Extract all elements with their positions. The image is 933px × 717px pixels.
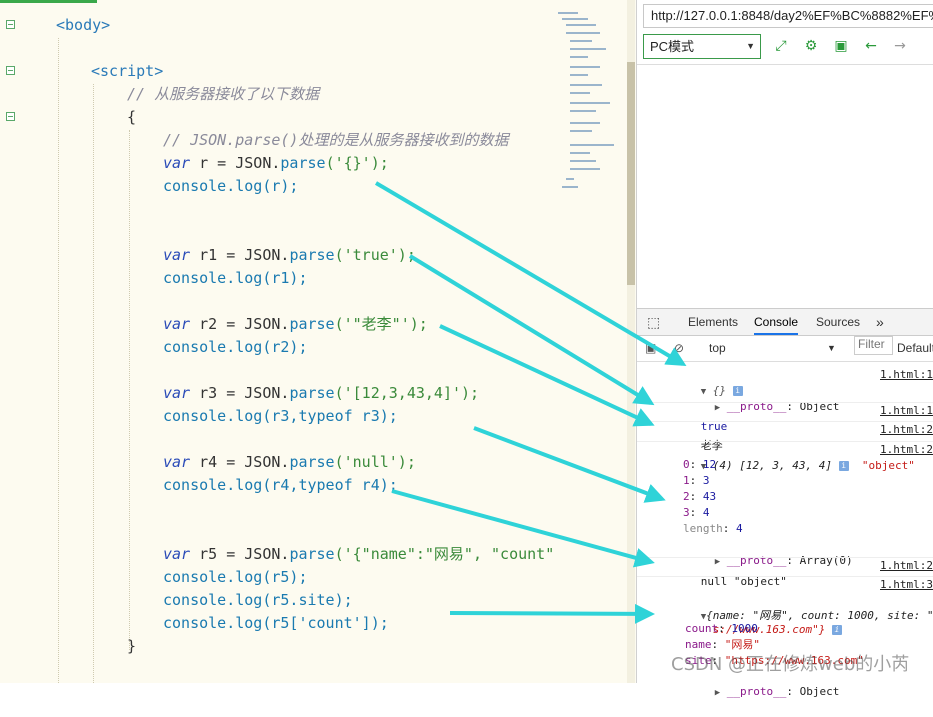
- fold-toggle-script[interactable]: [6, 66, 15, 75]
- code-line-r3: var r3 = JSON.parse('[12,3,43,4]');: [163, 384, 480, 402]
- array-item: 3: 4: [683, 506, 710, 519]
- array-item: 1: 3: [683, 474, 710, 487]
- code-open-brace: {: [127, 108, 137, 126]
- back-icon[interactable]: ←: [863, 38, 879, 54]
- array-length: length: 4: [683, 522, 743, 535]
- settings-icon[interactable]: ⚙: [803, 38, 819, 54]
- indent-guide: [129, 130, 130, 650]
- console-icon[interactable]: ▣: [833, 38, 849, 54]
- log-levels-select[interactable]: Default: [897, 336, 933, 361]
- context-selector[interactable]: top: [709, 336, 726, 361]
- code-line-r5: var r5 = JSON.parse('{"name":"网易", "coun…: [163, 545, 555, 563]
- code-log-r3: console.log(r3,typeof r3);: [163, 407, 398, 425]
- fold-toggle-block[interactable]: [6, 112, 15, 121]
- divider: [637, 64, 933, 65]
- code-log-r2: console.log(r2);: [163, 338, 308, 356]
- watermark: CSDN @正在修炼web的小芮: [671, 654, 910, 675]
- indent-guide: [58, 38, 59, 683]
- mode-select-value: PC模式: [650, 39, 695, 54]
- mode-select[interactable]: PC模式 ▼: [643, 34, 761, 59]
- code-editor[interactable]: <body> <script> // 从服务器接收了以下数据 { // JSON…: [0, 0, 636, 683]
- array-item: 0: 12: [683, 458, 717, 471]
- tab-elements[interactable]: Elements: [688, 309, 738, 335]
- more-tabs-icon[interactable]: »: [876, 309, 884, 335]
- browser-preview: http://127.0.0.1:8848/day2%EF%BC%8882%EF…: [636, 0, 933, 698]
- chevron-down-icon: ▼: [746, 41, 755, 51]
- sidebar-toggle-icon[interactable]: ▣: [645, 336, 656, 361]
- screenshot-icon[interactable]: ⤢: [773, 38, 789, 54]
- indent-guide: [93, 84, 94, 683]
- code-line-r4: var r4 = JSON.parse('null');: [163, 453, 416, 471]
- fold-toggle-body[interactable]: [6, 20, 15, 29]
- code-close-brace: }: [127, 637, 137, 655]
- editor-tab-indicator: [0, 0, 97, 3]
- array-item: 2: 43: [683, 490, 717, 503]
- chevron-down-icon[interactable]: ▼: [827, 336, 836, 361]
- editor-scrollbar-thumb[interactable]: [627, 62, 635, 285]
- code-line-r2: var r2 = JSON.parse('"老李"');: [163, 315, 428, 333]
- code-line-r1: var r1 = JSON.parse('true');: [163, 246, 416, 264]
- source-link[interactable]: 1.html:2: [880, 422, 933, 438]
- code-log-r: console.log(r);: [163, 177, 299, 195]
- code-log-r1: console.log(r1);: [163, 269, 308, 287]
- tab-sources[interactable]: Sources: [816, 309, 860, 335]
- console-toolbar: ▣ ⊘ top ▼ Filter Default: [637, 336, 933, 362]
- object-property: count: 1000: [685, 622, 758, 635]
- code-body-tag: <body>: [56, 16, 111, 34]
- code-script-tag: <script>: [91, 62, 164, 80]
- clear-console-icon[interactable]: ⊘: [674, 336, 684, 361]
- forward-icon[interactable]: →: [892, 38, 908, 54]
- filter-input[interactable]: Filter: [854, 336, 893, 355]
- tab-console[interactable]: Console: [754, 309, 799, 335]
- source-link[interactable]: 1.html:2: [880, 558, 933, 574]
- source-link[interactable]: 1.html:2: [880, 442, 933, 458]
- code-log-r5-count: console.log(r5['count']);: [163, 614, 389, 632]
- devtools-panel: ⬚ Elements Console Sources » ▣ ⊘ top ▼ F…: [637, 308, 933, 698]
- source-link[interactable]: 1.html:3: [880, 577, 933, 593]
- code-line-r: var r = JSON.parse('{}');: [163, 154, 389, 172]
- code-comment: // 从服务器接收了以下数据: [127, 85, 320, 103]
- devtools-tabs: ⬚ Elements Console Sources »: [637, 309, 933, 336]
- code-log-r4: console.log(r4,typeof r4);: [163, 476, 398, 494]
- code-comment: // JSON.parse()处理的是从服务器接收到的数据: [163, 131, 509, 149]
- url-input[interactable]: http://127.0.0.1:8848/day2%EF%BC%8882%EF…: [643, 4, 933, 28]
- code-log-r5: console.log(r5);: [163, 568, 308, 586]
- source-link[interactable]: 1.html:1: [880, 367, 933, 383]
- code-log-r5-site: console.log(r5.site);: [163, 591, 353, 609]
- code-minimap[interactable]: [556, 10, 626, 200]
- source-link[interactable]: 1.html:1: [880, 403, 933, 419]
- inspect-icon[interactable]: ⬚: [647, 309, 660, 335]
